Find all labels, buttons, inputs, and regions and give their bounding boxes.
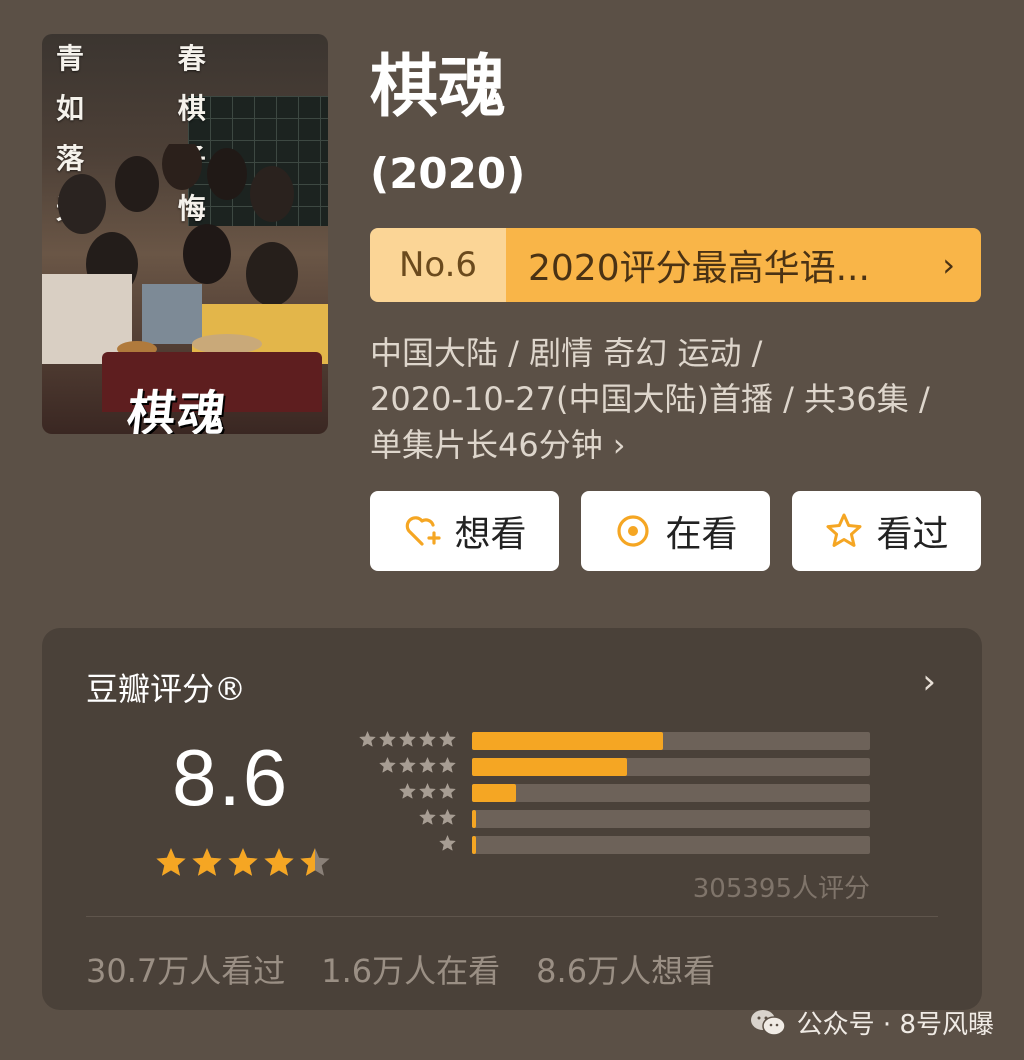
watch-stats: 30.7万人看过 1.6万人在看 8.6万人想看 [86,946,715,992]
rating-score: 8.6 [172,733,290,822]
small-star-icon [439,809,456,825]
douban-rating-card[interactable]: 豆瓣评分® › 8.6 305395人评分 30.7万人看过 1.6万人在看 8… [42,628,982,1010]
distribution-stars [358,730,457,749]
distribution-track [472,758,870,776]
page-title: 棋魂 [370,48,507,127]
small-star-icon [439,757,456,773]
ranking-text: 2020评分最高华语... [506,228,981,302]
chevron-right-icon: › [942,246,955,284]
distribution-track [472,784,870,802]
watermark-text: 公众号 · 8号风曝 [796,1010,994,1040]
small-star-icon [439,783,456,799]
distribution-stars [438,834,457,853]
small-star-icon [419,757,436,773]
rating-star-icon [300,848,330,876]
distribution-bar [472,758,628,776]
ranking-number: No.6 [370,228,506,302]
distribution-row-5 [358,730,918,752]
poster-slogan-line1: 青 春 如 棋 [56,42,248,125]
poster-image[interactable]: 青 春 如 棋 落 子 无 悔 棋魂 [42,34,328,434]
distribution-row-2 [358,808,918,830]
wechat-watermark: 公众号 · 8号风曝 [749,1004,994,1041]
target-circle-icon [617,515,650,547]
chevron-right-icon: › [612,426,626,464]
show-metadata[interactable]: 中国大陆 / 剧情 奇幻 运动 / 2020-10-27(中国大陆)首播 / 共… [370,330,990,468]
distribution-row-1 [358,834,918,856]
small-star-icon [379,731,396,747]
distribution-row-3 [358,782,918,804]
star-outline-icon [826,513,862,547]
distribution-track [472,836,870,854]
heart-plus-icon [406,516,442,546]
small-star-icon [399,783,416,799]
rating-star-icon [264,848,294,876]
watching-count: 1.6万人在看 [321,952,501,990]
distribution-bar [472,784,516,802]
small-star-icon [439,731,456,747]
chevron-right-icon[interactable]: › [922,662,936,702]
distribution-bar [472,836,476,854]
watched-count: 30.7万人看过 [86,952,286,990]
movie-detail-page: 青 春 如 棋 落 子 无 悔 棋魂 棋魂 (2020) No.6 2020评分… [0,0,1024,1060]
small-star-icon [399,757,416,773]
rating-star-icon [228,848,258,876]
small-star-icon [399,731,416,747]
rating-count: 305395人评分 [692,874,870,904]
meta-duration-row: 单集片长46分钟 › [370,422,990,468]
meta-premiere: 2020-10-27(中国大陆)首播 / 共36集 / [370,380,930,418]
distribution-stars [398,782,457,801]
watched-button[interactable]: 看过 [792,491,981,571]
small-star-icon [419,809,436,825]
distribution-bar [472,732,664,750]
distribution-stars [418,808,457,827]
divider [86,916,938,917]
rating-star-icon [192,848,222,876]
distribution-stars [378,756,457,775]
meta-duration: 单集片长46分钟 [370,426,603,464]
distribution-track [472,732,870,750]
distribution-row-4 [358,756,918,778]
distribution-track [472,810,870,828]
want-to-watch-label: 想看 [454,514,527,555]
watching-button[interactable]: 在看 [581,491,770,571]
rating-stars [154,846,332,880]
meta-region-genre: 中国大陆 / 剧情 奇幻 运动 / [370,334,763,372]
wechat-icon [750,1009,786,1036]
watched-label: 看过 [876,514,949,555]
poster-title-art: 棋魂 [124,386,231,434]
small-star-icon [379,757,396,773]
rating-card-title: 豆瓣评分® [86,670,247,708]
ranking-banner[interactable]: No.6 2020评分最高华语... › [370,228,981,302]
small-star-icon [419,783,436,799]
want-to-watch-button[interactable]: 想看 [370,491,559,571]
small-star-icon [419,731,436,747]
poster-cast-illustration [42,144,328,364]
want-count: 8.6万人想看 [536,952,716,990]
distribution-bar [472,810,476,828]
small-star-icon [439,835,456,851]
rating-star-icon [156,848,186,876]
watching-label: 在看 [665,514,738,555]
small-star-icon [359,731,376,747]
release-year: (2020) [370,149,526,198]
